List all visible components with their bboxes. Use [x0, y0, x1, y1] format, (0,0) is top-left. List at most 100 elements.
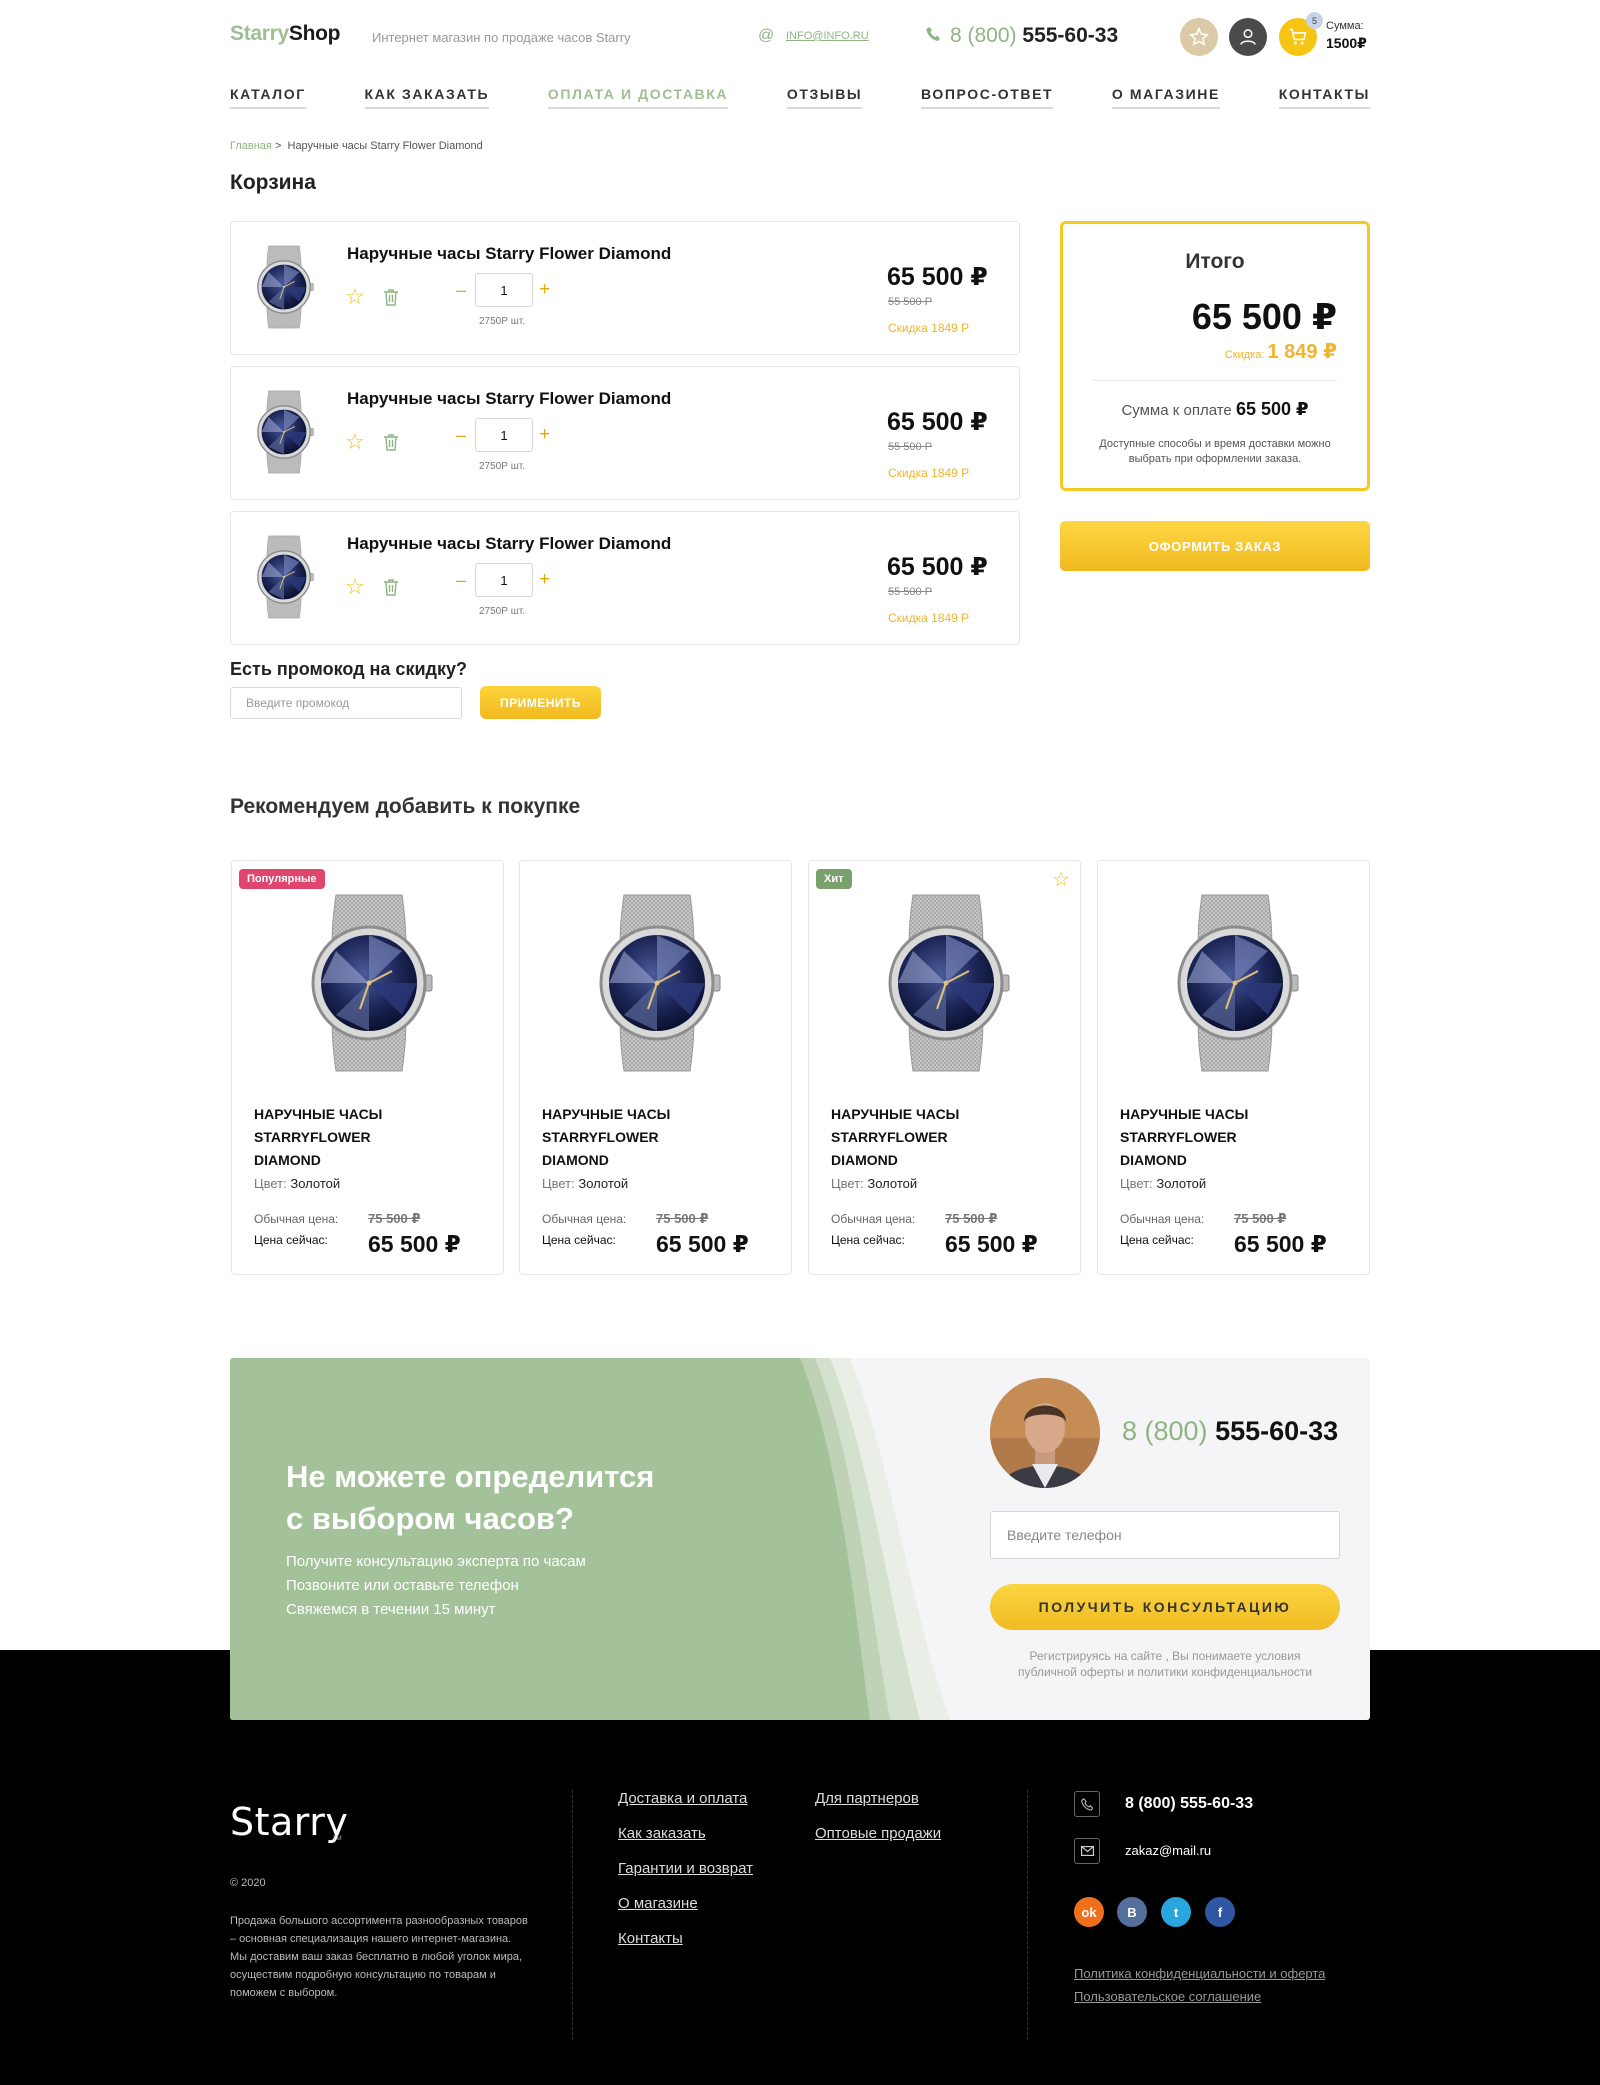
usual-price-label: Обычная цена: [542, 1212, 627, 1226]
phone-input[interactable]: Введите телефон [990, 1511, 1340, 1559]
checkout-button[interactable]: ОФОРМИТЬ ЗАКАЗ [1060, 521, 1370, 571]
star-icon[interactable]: ☆ [1052, 867, 1070, 892]
consultation-title-line2: с выбором часов? [286, 1501, 574, 1536]
nav-reviews[interactable]: ОТЗЫВЫ [786, 86, 863, 109]
product-name[interactable]: НАРУЧНЫЕ ЧАСЫ STARRYFLOWER DIAMOND [254, 1103, 424, 1172]
phone-icon [1074, 1791, 1100, 1817]
vk-icon[interactable]: B [1117, 1897, 1147, 1927]
qty-input[interactable]: 1 [475, 418, 533, 452]
user-icon [1240, 29, 1256, 45]
cart-item-discount: Скидка 1849 Р [888, 466, 970, 480]
footer-phone[interactable]: 8 (800) 555-60-33 [1125, 1795, 1253, 1813]
qty-decrease-button[interactable]: – [456, 570, 466, 591]
qty-increase-button[interactable]: + [539, 279, 550, 301]
cart-item-old-price: 55 500 Р [888, 441, 933, 453]
color-label: Цвет: [254, 1176, 287, 1191]
product-card[interactable]: Хит ☆ НАРУЧНЫЕ ЧАСЫ STARRYFLOWER DIAMOND… [808, 860, 1081, 1275]
product-image[interactable] [249, 244, 319, 330]
nav-faq[interactable]: ВОПРОС-ОТВЕТ [920, 86, 1054, 109]
promo-code-input[interactable]: Введите промокод [230, 687, 462, 719]
summary-total: 65 500 ₽ [1191, 296, 1337, 337]
color-value: Золотой [867, 1176, 918, 1191]
product-card[interactable]: НАРУЧНЫЕ ЧАСЫ STARRYFLOWER DIAMOND Цвет:… [1097, 860, 1370, 1275]
product-image[interactable] [294, 893, 444, 1073]
cart-item-name[interactable]: Наручные часы Starry Flower Diamond [347, 244, 671, 264]
summary-discount: Скидка: 1 849 ₽ [1225, 339, 1337, 364]
product-image[interactable] [249, 389, 319, 475]
color-value: Золотой [1156, 1176, 1207, 1191]
color-label: Цвет: [542, 1176, 575, 1191]
qty-decrease-button[interactable]: – [456, 280, 466, 301]
qty-decrease-button[interactable]: – [456, 425, 466, 446]
header-email-link[interactable]: INFO@INFO.RU [786, 30, 869, 42]
nav-contacts[interactable]: КОНТАКТЫ [1278, 86, 1370, 109]
twitter-icon[interactable]: t [1161, 1897, 1191, 1927]
star-icon[interactable]: ☆ [345, 576, 365, 598]
product-name[interactable]: НАРУЧНЫЕ ЧАСЫ STARRYFLOWER DIAMOND [1120, 1103, 1290, 1172]
footer-link-how-to-order[interactable]: Как заказать [618, 1825, 706, 1842]
divider [1093, 380, 1337, 381]
consultation-text-3: Свяжемся в течении 15 минут [286, 1601, 496, 1618]
nav-how-to-order[interactable]: КАК ЗАКАЗАТЬ [364, 86, 490, 109]
summary-pay-value: 65 500 ₽ [1235, 399, 1309, 419]
recommend-title: Рекомендуем добавить к покупке [230, 795, 581, 818]
current-price: 65 500 ₽ [1234, 1231, 1327, 1257]
product-color: Цвет: Золотой [254, 1176, 340, 1191]
cart-item-name[interactable]: Наручные часы Starry Flower Diamond [347, 389, 671, 409]
star-icon[interactable]: ☆ [345, 431, 365, 453]
footer-link-contacts[interactable]: Контакты [618, 1930, 683, 1947]
nav-about[interactable]: О МАГАЗИНЕ [1111, 86, 1220, 109]
odnoklassniki-icon[interactable]: ok [1074, 1897, 1104, 1927]
cart-item-name[interactable]: Наручные часы Starry Flower Diamond [347, 534, 671, 554]
trash-icon[interactable] [383, 433, 399, 451]
badge-popular: Популярные [239, 869, 325, 889]
qty-increase-button[interactable]: + [539, 569, 550, 591]
product-card[interactable]: НАРУЧНЫЕ ЧАСЫ STARRYFLOWER DIAMOND Цвет:… [519, 860, 792, 1275]
mail-glyph [1080, 1846, 1094, 1856]
product-image[interactable] [1160, 893, 1310, 1073]
product-name[interactable]: НАРУЧНЫЕ ЧАСЫ STARRYFLOWER DIAMOND [831, 1103, 1001, 1172]
phone-number: 555-60-33 [1022, 24, 1119, 47]
account-button[interactable] [1229, 18, 1267, 56]
privacy-policy-link[interactable]: Политика конфиденциальности и оферта [1074, 1966, 1325, 1981]
qty-input[interactable]: 1 [475, 273, 533, 307]
breadcrumb-home[interactable]: Главная [230, 140, 272, 152]
cart-item-discount: Скидка 1849 Р [888, 321, 970, 335]
consultation-title-line1: Не можете определится [286, 1459, 655, 1494]
footer-email[interactable]: zakaz@mail.ru [1125, 1843, 1211, 1858]
header-phone[interactable]: 8 (800) 555-60-33 [950, 24, 1118, 48]
qty-input[interactable]: 1 [475, 563, 533, 597]
apply-promo-button[interactable]: ПРИМЕНИТЬ [480, 686, 601, 719]
footer-link-delivery[interactable]: Доставка и оплата [618, 1790, 747, 1807]
product-image[interactable] [871, 893, 1021, 1073]
product-image[interactable] [249, 534, 319, 620]
color-label: Цвет: [831, 1176, 864, 1191]
product-name[interactable]: НАРУЧНЫЕ ЧАСЫ STARRYFLOWER DIAMOND [542, 1103, 712, 1172]
page-title: Корзина [230, 171, 316, 194]
nav-payment-delivery[interactable]: ОПЛАТА И ДОСТАВКА [547, 86, 729, 109]
get-consultation-button[interactable]: ПОЛУЧИТЬ КОНСУЛЬТАЦИЮ [990, 1584, 1340, 1630]
star-icon[interactable]: ☆ [345, 286, 365, 308]
footer-link-about[interactable]: О магазине [618, 1895, 698, 1912]
footer-logo[interactable]: Starry [230, 1800, 348, 1844]
facebook-icon[interactable]: f [1205, 1897, 1235, 1927]
footer-link-wholesale[interactable]: Оптовые продажи [815, 1825, 941, 1842]
product-image[interactable] [582, 893, 732, 1073]
footer-link-partners[interactable]: Для партнеров [815, 1790, 919, 1807]
user-agreement-link[interactable]: Пользовательское соглашение [1074, 1989, 1261, 2004]
cart-sum-label: Сумма: [1326, 20, 1364, 32]
favorites-button[interactable] [1180, 18, 1218, 56]
unit-price: 2750Р шт. [479, 606, 525, 617]
trash-icon[interactable] [383, 288, 399, 306]
trash-icon[interactable] [383, 578, 399, 596]
usual-price-label: Обычная цена: [254, 1212, 339, 1226]
cart-item: Наручные часы Starry Flower Diamond ☆ – … [230, 511, 1020, 645]
footer-logo-tm: TM [333, 1836, 342, 1842]
consultation-phone[interactable]: 8 (800) 555-60-33 [1122, 1416, 1338, 1447]
nav-catalog[interactable]: КАТАЛОГ [230, 86, 306, 109]
qty-increase-button[interactable]: + [539, 424, 550, 446]
logo[interactable]: StarryShop [230, 22, 341, 46]
product-card[interactable]: Популярные НАРУЧНЫЕ ЧАСЫ STARRYFLOWER DI… [231, 860, 504, 1275]
product-color: Цвет: Золотой [1120, 1176, 1206, 1191]
footer-link-guarantee[interactable]: Гарантии и возврат [618, 1860, 753, 1877]
